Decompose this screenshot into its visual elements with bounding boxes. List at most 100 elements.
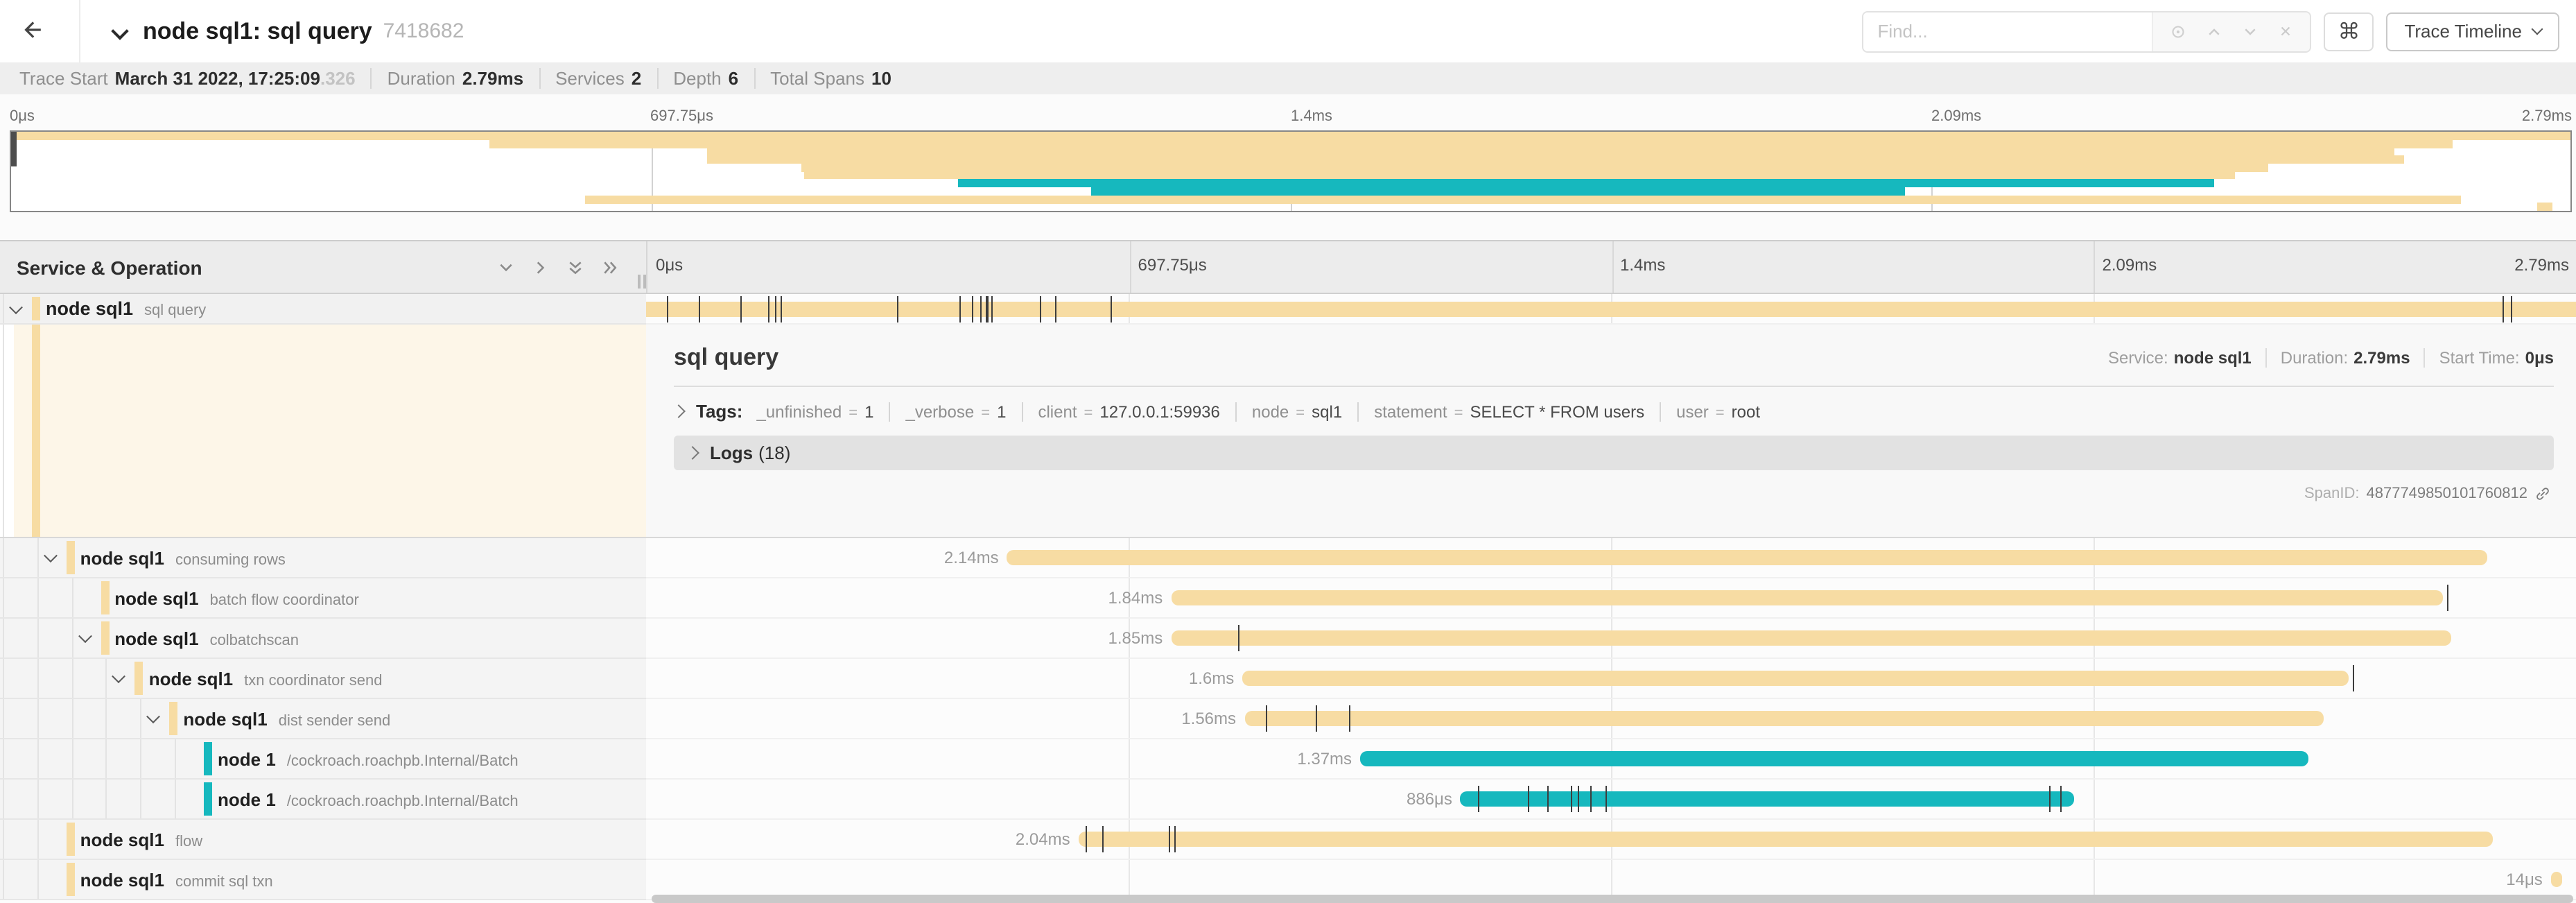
minimap-drag-handle[interactable] — [11, 132, 17, 166]
span-row-batch-flow-coordinator[interactable]: node sql1 batch flow coordinator 1.84ms — [0, 578, 2576, 619]
trace-view-dropdown[interactable]: Trace Timeline — [2386, 12, 2559, 51]
log-marker — [897, 295, 898, 322]
span-tree-cell[interactable]: node sql1 sql query — [0, 294, 646, 325]
span-row-internal-batch-2[interactable]: node 1 /cockroach.roachpb.Internal/Batch… — [0, 780, 2576, 820]
match-target-icon[interactable] — [2170, 23, 2186, 40]
minimap-span-bar — [707, 148, 2394, 156]
span-row-txn-coordinator-send[interactable]: node sql1 txn coordinator send 1.6ms — [0, 659, 2576, 699]
span-timeline-cell[interactable]: 2.04ms — [646, 820, 2576, 860]
column-separator — [1130, 241, 1131, 293]
axis-tick: 0μs — [10, 108, 35, 125]
expand-all-icon[interactable] — [602, 259, 618, 275]
minimap-axis: 0μs 697.75μs 1.4ms 2.09ms 2.79ms — [10, 108, 2572, 128]
divider — [674, 386, 2554, 387]
axis-tick: 1.4ms — [1620, 255, 1665, 275]
keyboard-shortcuts-button[interactable]: ⌘ — [2324, 12, 2374, 51]
service-name: node sql1 — [80, 547, 164, 568]
span-timeline-cell[interactable]: 2.14ms — [646, 538, 2576, 578]
log-marker — [1040, 295, 1041, 322]
span-duration-label: 1.37ms — [1297, 749, 1352, 768]
logs-row[interactable]: Logs (18) — [674, 436, 2554, 470]
log-marker — [1169, 826, 1170, 852]
log-marker — [1055, 295, 1056, 322]
find-input[interactable] — [1863, 12, 2152, 51]
log-marker — [1175, 826, 1176, 852]
span-tree-cell[interactable]: node sql1 commit sql txn — [0, 860, 646, 900]
span-detail-title: sql query — [674, 344, 778, 372]
operation-name: colbatchscan — [210, 632, 299, 648]
span-duration-bar[interactable] — [646, 301, 2576, 316]
next-match-icon[interactable] — [2242, 23, 2259, 40]
collapse-one-icon[interactable] — [498, 259, 514, 275]
column-separator — [2094, 241, 2096, 293]
log-marker — [1578, 786, 1580, 812]
service-name: node sql1 — [114, 587, 198, 608]
log-marker — [767, 295, 769, 322]
span-duration-bar[interactable] — [1360, 751, 2308, 766]
tags-row[interactable]: Tags: _unfinished=1 _verbose=1 client=12… — [674, 401, 2554, 422]
span-tree-cell[interactable]: node 1 /cockroach.roachpb.Internal/Batch — [0, 739, 646, 780]
span-row-internal-batch-1[interactable]: node 1 /cockroach.roachpb.Internal/Batch… — [0, 739, 2576, 780]
span-row-colbatchscan[interactable]: node sql1 colbatchscan 1.85ms — [0, 619, 2576, 659]
prev-match-icon[interactable] — [2206, 23, 2222, 40]
span-duration-bar[interactable] — [1171, 590, 2443, 605]
back-button[interactable] — [19, 0, 80, 62]
log-marker — [2503, 295, 2504, 322]
span-duration-bar[interactable] — [1079, 832, 2494, 847]
span-duration-bar[interactable] — [1007, 550, 2487, 565]
span-detail-left — [0, 325, 646, 537]
span-timeline-cell[interactable]: 1.37ms — [646, 739, 2576, 780]
span-timeline-cell[interactable]: 1.56ms — [646, 699, 2576, 739]
log-marker — [2352, 665, 2353, 691]
span-duration-bar[interactable] — [2551, 872, 2563, 887]
span-label: node sql1 colbatchscan — [0, 628, 299, 648]
operation-name: flow — [175, 833, 202, 850]
detail-duration: Duration: 2.79ms — [2265, 348, 2410, 368]
minimap-span-bar — [11, 132, 2570, 140]
span-duration-bar[interactable] — [1171, 630, 2451, 646]
expand-one-icon[interactable] — [532, 259, 549, 275]
tree-controls — [498, 259, 618, 275]
timeline-header: Service & Operation 0μs 697.75μs 1.4ms 2… — [0, 241, 2576, 294]
service-operation-header: Service & Operation — [0, 241, 646, 293]
chevron-down-icon — [2532, 24, 2543, 35]
span-row-dist-sender-send[interactable]: node sql1 dist sender send 1.56ms — [0, 699, 2576, 739]
span-timeline-cell[interactable]: 886μs — [646, 780, 2576, 820]
span-row-flow[interactable]: node sql1 flow 2.04ms — [0, 820, 2576, 860]
tag-user: user=root — [1660, 402, 1760, 421]
span-timeline-cell[interactable]: 1.85ms — [646, 619, 2576, 659]
collapse-all-icon[interactable] — [567, 259, 584, 275]
span-duration-bar[interactable] — [1242, 671, 2348, 686]
span-tree-cell[interactable]: node sql1 dist sender send — [0, 699, 646, 739]
span-duration-bar[interactable] — [1244, 711, 2323, 726]
span-timeline-cell[interactable] — [646, 294, 2576, 325]
span-tree-cell[interactable]: node sql1 colbatchscan — [0, 619, 646, 659]
minimap-canvas[interactable] — [10, 130, 2572, 212]
span-tree-cell[interactable]: node sql1 flow — [0, 820, 646, 860]
log-marker — [1111, 295, 1113, 322]
log-marker — [2061, 786, 2062, 812]
log-marker — [972, 295, 973, 322]
span-duration-bar[interactable] — [1461, 791, 2074, 807]
log-marker — [776, 295, 777, 322]
timeline-section: Service & Operation 0μs 697.75μs 1.4ms 2… — [0, 240, 2576, 903]
column-resize-handle[interactable] — [638, 275, 646, 289]
axis-tick: 0μs — [656, 255, 683, 275]
axis-tick: 1.4ms — [1291, 108, 1332, 125]
copy-link-icon[interactable] — [2534, 485, 2551, 502]
span-timeline-cell[interactable]: 1.6ms — [646, 659, 2576, 699]
span-tree-cell[interactable]: node sql1 consuming rows — [0, 538, 646, 578]
span-duration-label: 886μs — [1407, 789, 1452, 809]
clear-search-icon[interactable] — [2278, 24, 2293, 39]
span-row-consuming-rows[interactable]: node sql1 consuming rows 2.14ms — [0, 538, 2576, 578]
horizontal-scrollbar[interactable] — [652, 895, 2573, 903]
detail-start-time: Start Time: 0μs — [2424, 348, 2554, 368]
span-timeline-cell[interactable]: 1.84ms — [646, 578, 2576, 619]
collapse-trace-chevron[interactable] — [114, 25, 126, 37]
log-marker — [1605, 786, 1607, 812]
span-tree-cell[interactable]: node sql1 batch flow coordinator — [0, 578, 646, 619]
log-marker — [740, 295, 742, 322]
span-tree-cell[interactable]: node sql1 txn coordinator send — [0, 659, 646, 699]
span-tree-cell[interactable]: node 1 /cockroach.roachpb.Internal/Batch — [0, 780, 646, 820]
span-row-sql-query[interactable]: node sql1 sql query — [0, 294, 2576, 325]
